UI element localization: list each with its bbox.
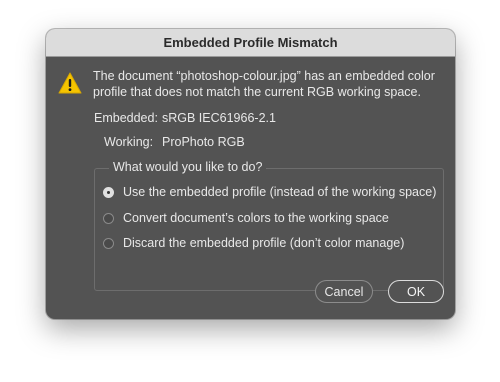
embedded-profile-row: Embedded: sRGB IEC61966-2.1 — [94, 111, 276, 125]
ok-button[interactable]: OK — [388, 280, 444, 303]
cancel-button[interactable]: Cancel — [315, 280, 373, 303]
dialog-message: The document “photoshop-colour.jpg” has … — [93, 69, 435, 99]
dialog-title: Embedded Profile Mismatch — [46, 29, 455, 57]
radio-button[interactable] — [103, 212, 114, 224]
working-profile-row: Working: ProPhoto RGB — [104, 135, 245, 149]
embedded-label: Embedded: — [94, 111, 158, 125]
embedded-value: sRGB IEC61966-2.1 — [162, 111, 276, 125]
option-label[interactable]: Use the embedded profile (instead of the… — [123, 185, 436, 199]
option-convert[interactable]: Convert document’s colors to the working… — [103, 209, 389, 227]
warning-triangle-icon — [58, 72, 82, 94]
option-label[interactable]: Convert document’s colors to the working… — [123, 211, 389, 225]
option-discard[interactable]: Discard the embedded profile (don’t colo… — [103, 234, 404, 252]
profile-mismatch-dialog: Embedded Profile Mismatch The document “… — [46, 29, 455, 319]
options-group-title: What would you like to do? — [109, 160, 267, 174]
option-label[interactable]: Discard the embedded profile (don’t colo… — [123, 236, 404, 250]
option-use-embedded[interactable]: Use the embedded profile (instead of the… — [103, 183, 436, 201]
radio-button-selected[interactable] — [103, 186, 114, 198]
radio-button[interactable] — [103, 237, 114, 249]
working-label: Working: — [104, 135, 154, 149]
working-value: ProPhoto RGB — [162, 135, 245, 149]
